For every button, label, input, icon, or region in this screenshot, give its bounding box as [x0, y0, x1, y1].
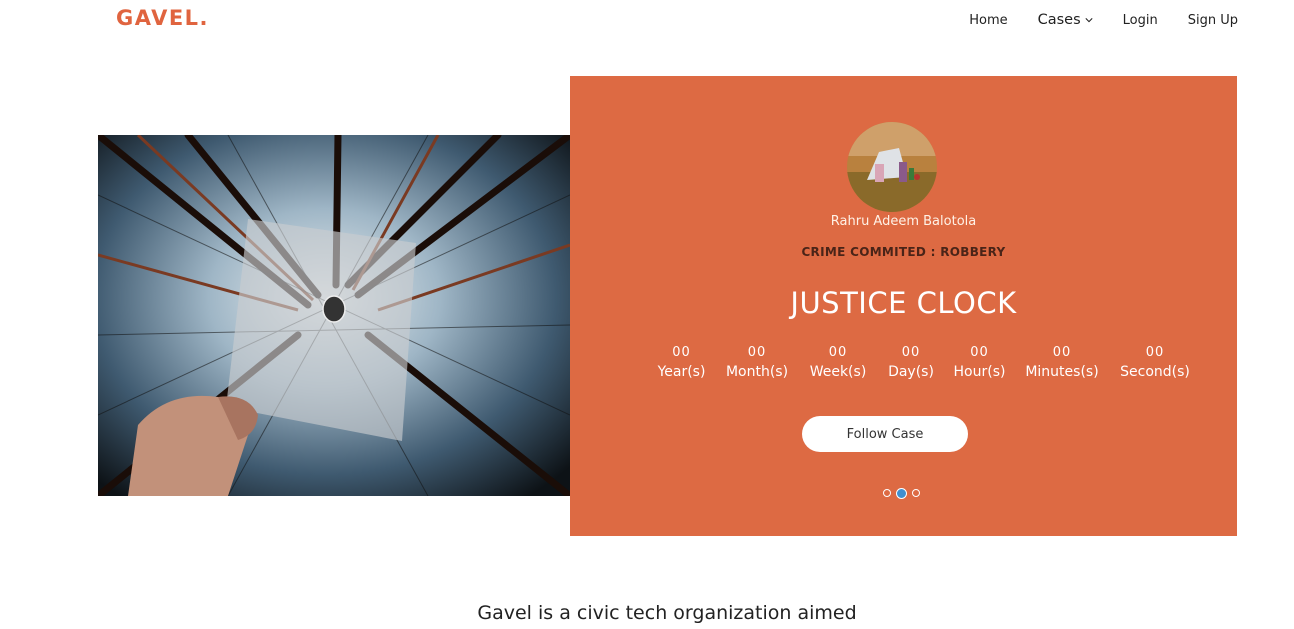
clock-value: 00: [1052, 345, 1072, 360]
clock-unit-hours: 00 Hour(s): [945, 344, 1014, 382]
clock-label: Day(s): [888, 364, 934, 380]
justice-clock-panel: Rahru Adeem Balotola CRIME COMMITED : RO…: [570, 76, 1237, 536]
justice-clock-title: JUSTICE CLOCK: [790, 286, 1017, 320]
clock-unit-months: 00 Month(s): [715, 344, 799, 382]
carousel-dot[interactable]: [912, 489, 920, 497]
hero-forest-image: [98, 135, 570, 496]
clock-label: Hour(s): [953, 364, 1006, 380]
profile-name: Rahru Adeem Balotola: [830, 214, 977, 229]
nav-cases[interactable]: Cases: [1038, 12, 1093, 28]
clock-value: 00: [901, 345, 921, 360]
gavel-logo[interactable]: GAVEL.: [116, 6, 209, 30]
profile-avatar: [847, 122, 937, 212]
chevron-down-icon: [1085, 18, 1093, 23]
clock-unit-years: 00 Year(s): [648, 344, 715, 382]
clock-units: 00 Year(s) 00 Month(s) 00 Week(s) 00 Day…: [648, 344, 1200, 382]
clock-label: Year(s): [657, 364, 706, 380]
clock-unit-weeks: 00 Week(s): [799, 344, 877, 382]
carousel-dot-active[interactable]: [896, 488, 907, 499]
crime-label: CRIME COMMITED : ROBBERY: [801, 245, 1006, 259]
nav-cases-label: Cases: [1037, 12, 1081, 28]
clock-unit-days: 00 Day(s): [877, 344, 945, 382]
clock-value: 00: [1145, 345, 1165, 360]
top-nav: Home Cases Login Sign Up: [969, 0, 1238, 40]
clock-value: 00: [672, 345, 691, 360]
clock-label: Second(s): [1120, 364, 1190, 380]
clock-value: 00: [747, 345, 767, 360]
clock-value: 00: [970, 345, 989, 360]
follow-case-button[interactable]: Follow Case: [802, 416, 968, 452]
clock-unit-seconds: 00 Second(s): [1110, 344, 1200, 382]
clock-unit-minutes: 00 Minutes(s): [1014, 344, 1110, 382]
clock-value: 00: [828, 345, 848, 360]
nav-signup[interactable]: Sign Up: [1188, 13, 1238, 28]
nav-home[interactable]: Home: [969, 13, 1007, 28]
carousel-dot[interactable]: [883, 489, 891, 497]
tagline: Gavel is a civic tech organization aimed: [477, 602, 857, 624]
clock-label: Minutes(s): [1025, 364, 1099, 380]
carousel-dots: [883, 488, 920, 499]
clock-label: Week(s): [809, 364, 867, 380]
nav-login[interactable]: Login: [1123, 13, 1158, 28]
clock-label: Month(s): [725, 364, 789, 380]
